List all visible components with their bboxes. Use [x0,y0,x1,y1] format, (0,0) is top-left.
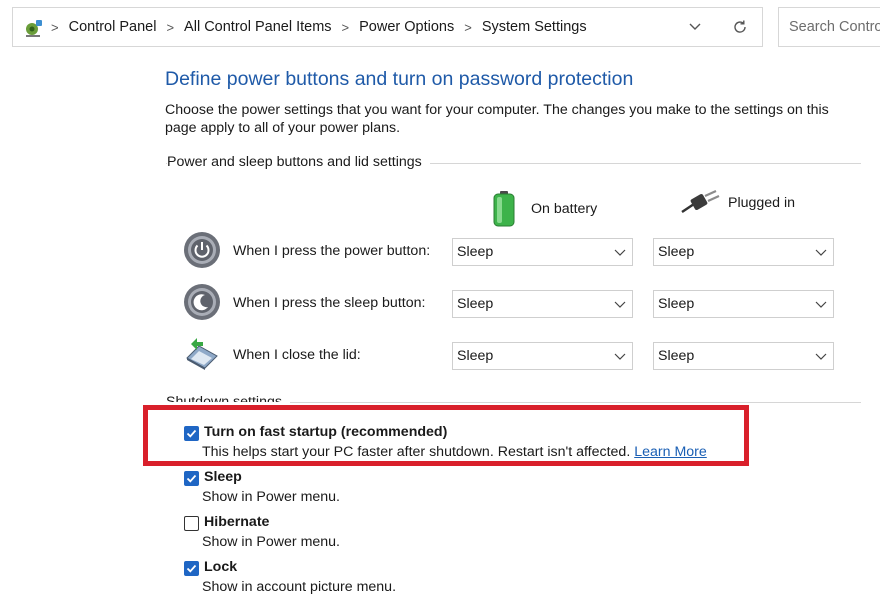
power-plug-icon [681,190,720,214]
checkmark-icon [186,474,197,483]
search-input[interactable] [778,7,880,47]
chevron-down-icon [614,353,626,360]
chevron-down-icon [614,249,626,256]
lock-desc: Show in account picture menu. [202,579,397,595]
sleep-button-icon [184,284,220,320]
sleep-button-plugged-select[interactable]: Sleep [653,290,834,318]
sleep-title[interactable]: Sleep [204,469,242,485]
power-button-battery-select[interactable]: Sleep [452,238,633,266]
chevron-down-icon[interactable] [688,19,702,33]
lock-title[interactable]: Lock [204,559,237,575]
select-value: Sleep [658,348,695,364]
select-value: Sleep [658,244,695,260]
chevron-down-icon [614,301,626,308]
refresh-icon[interactable] [731,18,749,36]
sleep-desc: Show in Power menu. [202,489,341,505]
battery-icon [493,191,515,227]
close-lid-plugged-select[interactable]: Sleep [653,342,834,370]
row-label-close-lid: When I close the lid: [233,347,361,363]
chevron-right-icon: > [464,19,472,35]
chevron-down-icon [815,353,827,360]
chevron-right-icon: > [166,19,175,35]
select-value: Sleep [658,296,695,312]
address-bar[interactable]: > Control Panel > All Control Panel Item… [12,7,763,47]
power-button-plugged-select[interactable]: Sleep [653,238,834,266]
breadcrumb-system-settings[interactable]: System Settings [482,19,587,35]
column-header-plugged: Plugged in [680,190,795,216]
checkmark-icon [186,564,197,573]
chevron-right-icon: > [51,19,59,35]
row-label-power-button: When I press the power button: [233,243,431,259]
sleep-button-battery-select[interactable]: Sleep [452,290,633,318]
chevron-right-icon: > [341,19,350,35]
hibernate-checkbox[interactable] [184,516,199,531]
chevron-down-icon [815,249,827,256]
page-description: Choose the power settings that you want … [165,102,829,136]
column-header-battery: On battery [488,190,597,228]
close-lid-battery-select[interactable]: Sleep [452,342,633,370]
lock-checkbox[interactable] [184,561,199,576]
section-label-buttons: Power and sleep buttons and lid settings [167,154,430,170]
breadcrumb-all-items[interactable]: All Control Panel Items [184,19,331,35]
breadcrumb-control-panel[interactable]: Control Panel [69,19,157,35]
page-title: Define power buttons and turn on passwor… [165,68,634,90]
chevron-down-icon [815,301,827,308]
column-label-plugged: Plugged in [728,195,796,211]
hibernate-desc: Show in Power menu. [202,534,341,550]
control-panel-icon [26,20,42,37]
select-value: Sleep [457,348,494,364]
laptop-lid-icon [186,338,218,370]
breadcrumb-power-options[interactable]: Power Options [359,19,454,35]
section-divider [290,402,861,403]
column-label-battery: On battery [531,201,598,217]
sleep-checkbox[interactable] [184,471,199,486]
row-label-sleep-button: When I press the sleep button: [233,295,426,311]
highlight-box [143,405,749,466]
power-button-icon [184,232,220,268]
select-value: Sleep [457,244,494,260]
select-value: Sleep [457,296,494,312]
hibernate-title[interactable]: Hibernate [204,514,269,530]
breadcrumb: > Control Panel > All Control Panel Item… [51,8,587,46]
